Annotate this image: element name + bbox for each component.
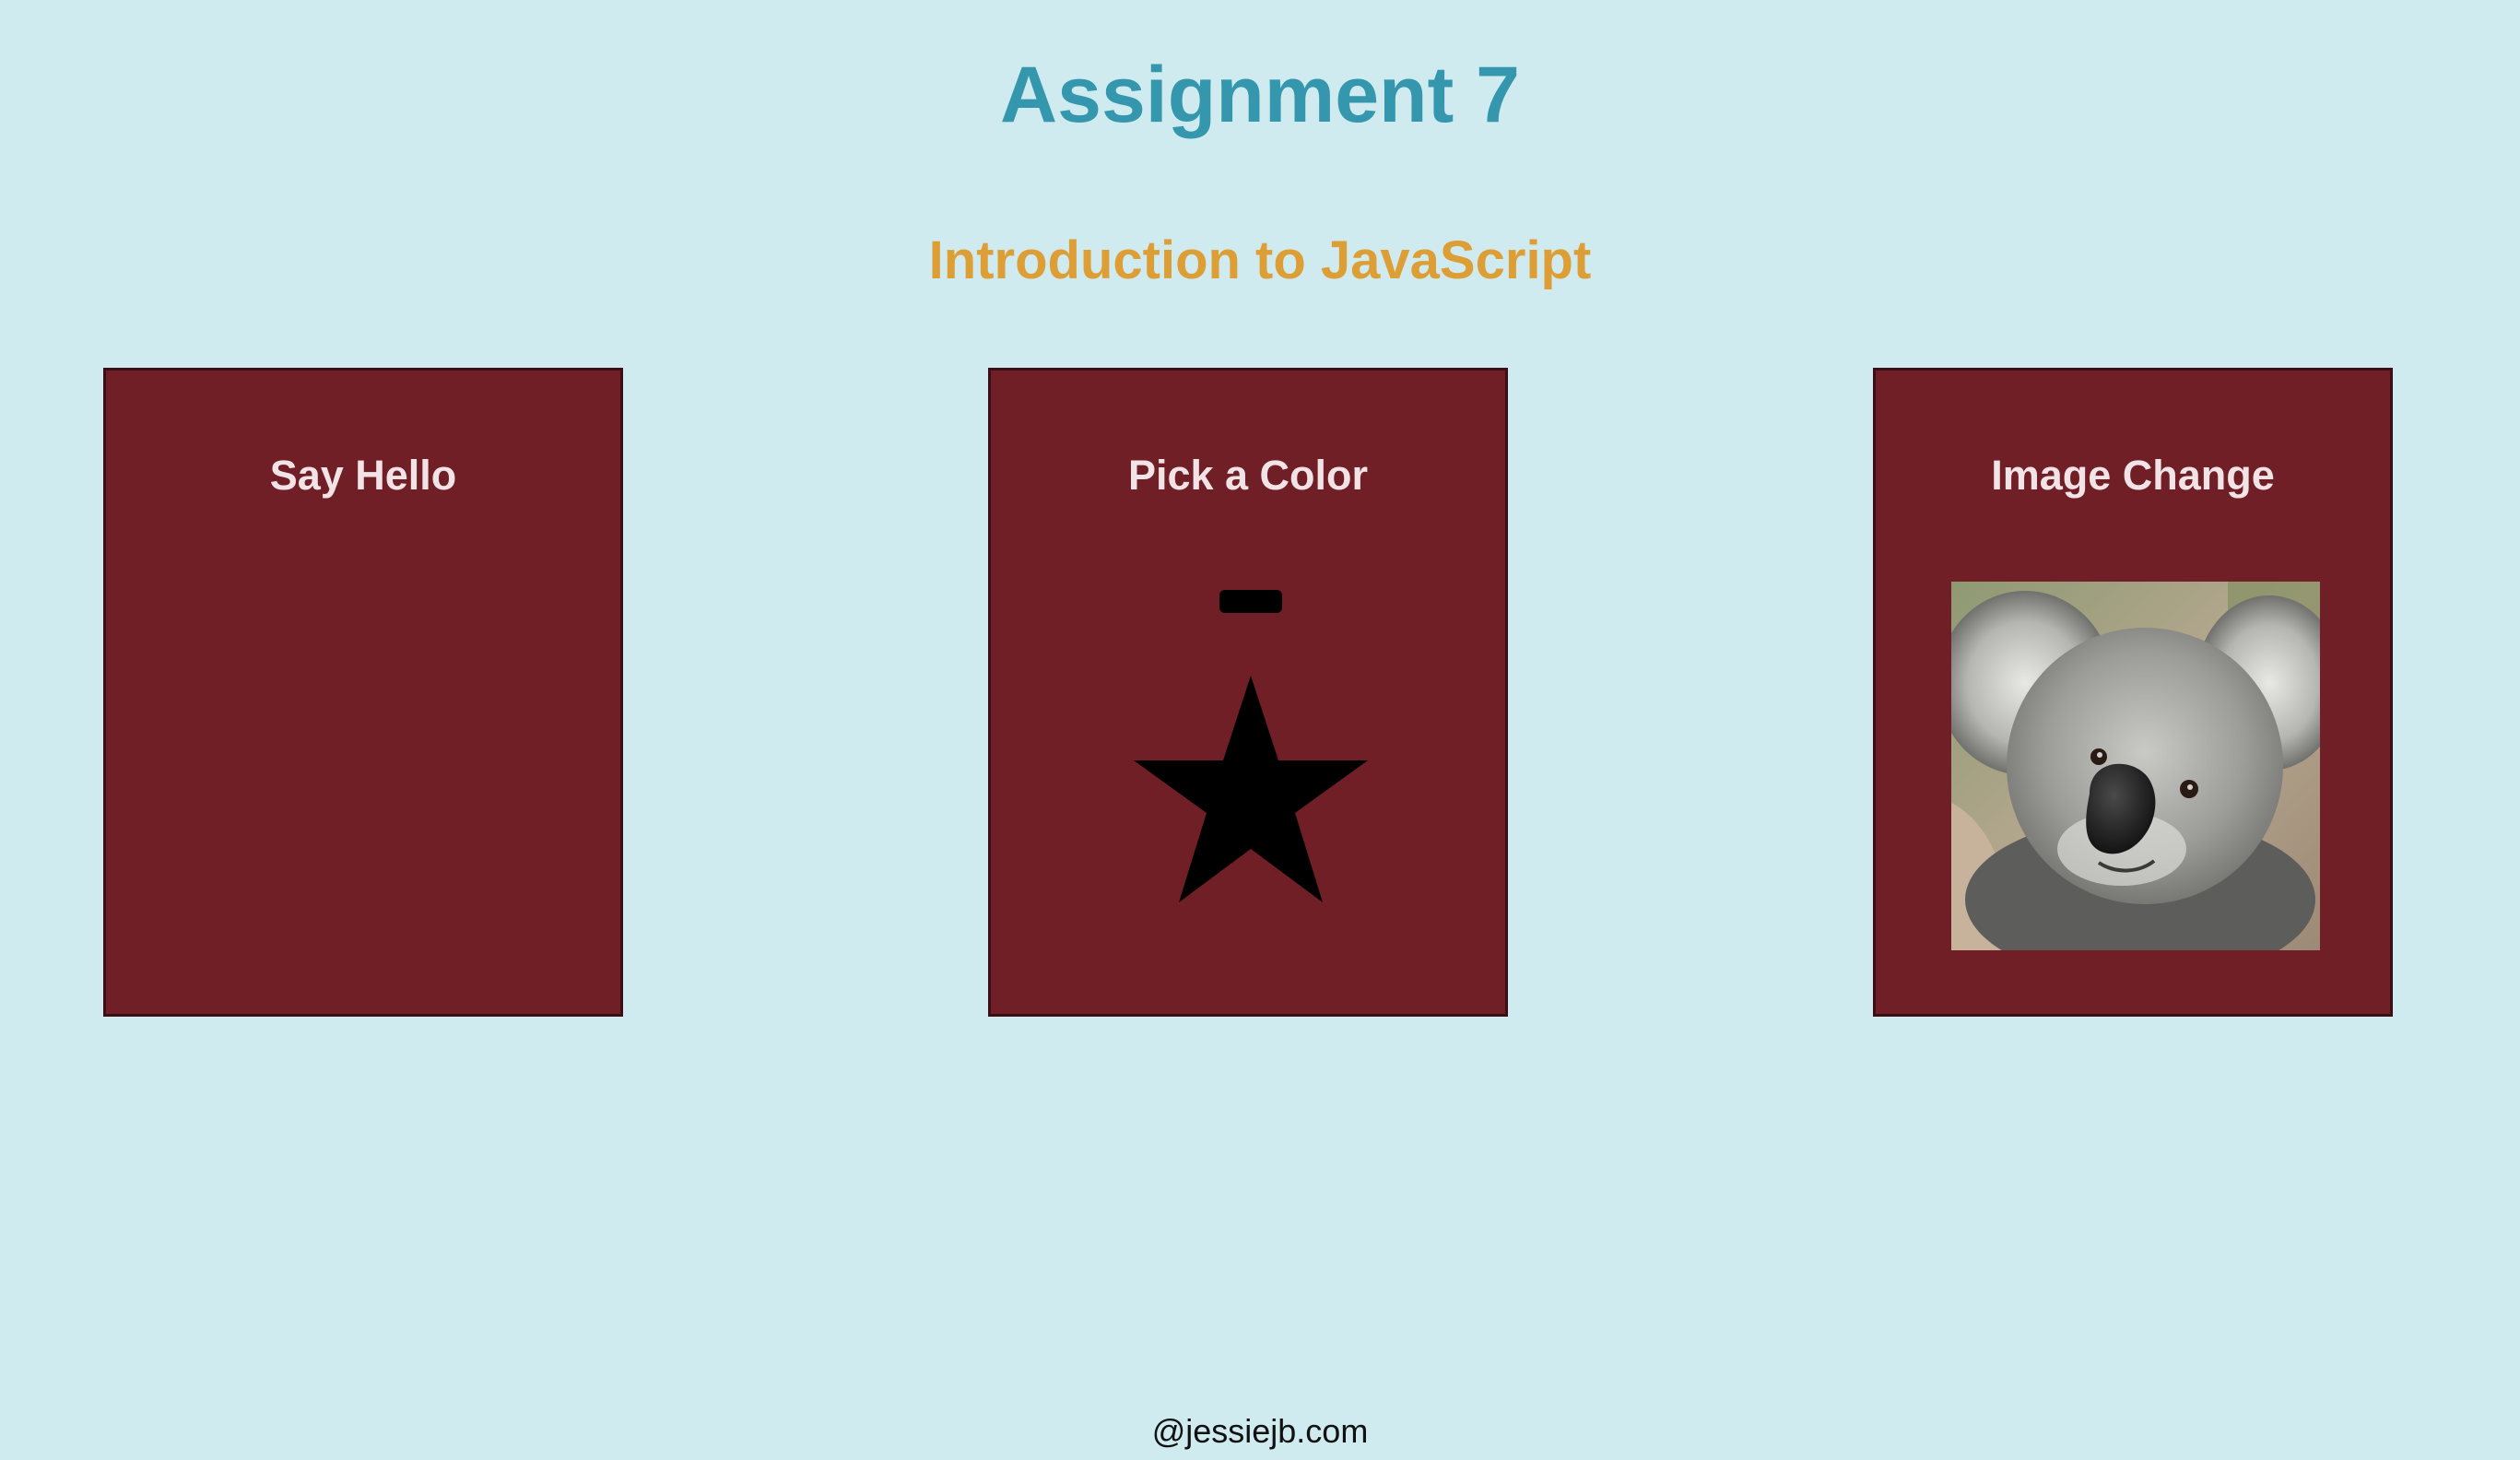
say-hello-card[interactable]: Say Hello — [103, 368, 623, 1017]
star-icon — [1134, 676, 1368, 902]
koala-image[interactable] — [1951, 582, 2320, 950]
color-picker-input[interactable] — [1219, 590, 1282, 613]
footer-text: @jessiejb.com — [1151, 1412, 1369, 1450]
page-subtitle: Introduction to JavaScript — [928, 230, 1592, 290]
image-change-card: Image Change — [1873, 368, 2393, 1017]
card-title: Image Change — [1991, 452, 2275, 499]
koala-picture — [1951, 582, 2320, 950]
pick-color-card: Pick a Color — [988, 368, 1508, 1017]
card-title: Say Hello — [269, 452, 457, 499]
page-title: Assignment 7 — [1000, 51, 1520, 139]
card-title: Pick a Color — [1127, 452, 1369, 499]
